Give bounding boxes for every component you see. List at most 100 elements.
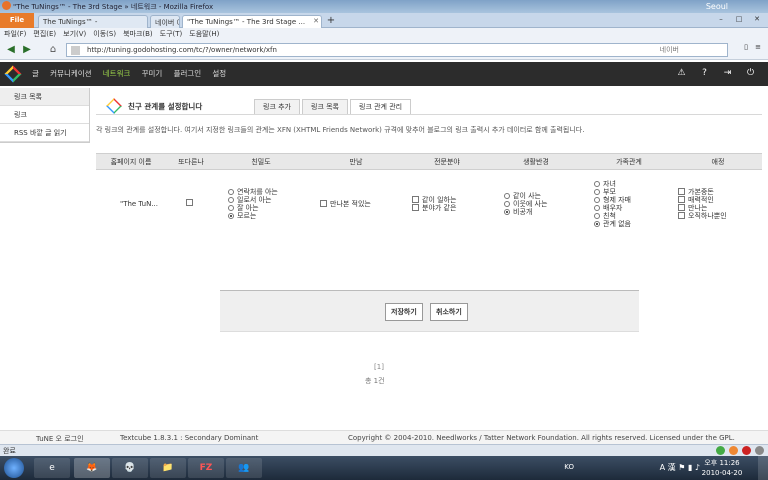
radio-button[interactable] [228, 188, 234, 195]
checkbox[interactable] [678, 212, 685, 220]
forward-arrow-icon[interactable]: ▶ [20, 43, 34, 57]
ime-indicator[interactable]: KO [564, 463, 574, 471]
search-engine-label[interactable]: 네이버 [660, 44, 679, 56]
intimacy-option[interactable]: 모르는 [228, 212, 306, 220]
radio-button[interactable] [228, 196, 234, 203]
address-bar[interactable]: http://tuning.godohosting.com/tc/?/owner… [66, 43, 728, 57]
app-menu-posts[interactable]: 글 [32, 62, 39, 86]
folder-taskbar-icon[interactable]: 📁 [150, 458, 186, 478]
radio-button[interactable] [594, 188, 600, 195]
browser-tab[interactable]: 네이버 이미지 ... [150, 15, 180, 28]
checkbox[interactable] [678, 188, 685, 196]
geographical-option[interactable]: 이웃에 사는 [504, 200, 584, 208]
meeting-option[interactable]: 만나본 적있는 [320, 200, 406, 208]
menu-file[interactable]: 파일(F) [4, 28, 26, 40]
clock[interactable]: 오후 11:26 2010-04-20 [700, 458, 744, 478]
help-icon[interactable]: ? [693, 68, 716, 78]
intimacy-option[interactable]: 연락처를 아는 [228, 188, 306, 196]
radio-button-selected[interactable] [228, 212, 234, 219]
warning-icon[interactable]: ⚠ [670, 68, 693, 78]
minimize-button[interactable]: – [712, 13, 730, 25]
family-option[interactable]: 형제 자매 [594, 196, 674, 204]
show-desktop-button[interactable] [758, 456, 768, 480]
intimacy-option[interactable]: 잘 아는 [228, 204, 306, 212]
back-arrow-icon[interactable]: ◀ [4, 43, 18, 57]
checkbox[interactable] [320, 200, 327, 208]
checkbox[interactable] [412, 196, 419, 204]
close-window-button[interactable]: ✕ [748, 13, 766, 25]
radio-button[interactable] [594, 196, 600, 203]
family-option[interactable]: 관계 없음 [594, 220, 674, 228]
logout-icon[interactable]: ⇥ [716, 68, 739, 78]
textcube-logo-icon[interactable] [4, 65, 22, 83]
browser-tab-active[interactable]: "The TuNings™ - The 3rd Stage ... ✕ [182, 15, 322, 28]
menu-edit[interactable]: 편집(E) [33, 28, 56, 40]
romantic-option[interactable]: 매력적인 [678, 196, 762, 204]
app-menu-settings[interactable]: 설정 [212, 62, 226, 86]
radio-button-selected[interactable] [504, 208, 510, 215]
tab-link-relations[interactable]: 링크 관계 관리 [350, 99, 412, 114]
homepage-name[interactable]: "The TuN... [96, 170, 166, 238]
geographical-option[interactable]: 비공개 [504, 208, 584, 216]
close-tab-icon[interactable]: ✕ [313, 17, 319, 25]
family-option[interactable]: 친척 [594, 212, 674, 220]
maximize-button[interactable]: □ [730, 13, 748, 25]
power-icon[interactable]: ⏻ [739, 68, 762, 78]
checkbox[interactable] [678, 196, 685, 204]
home-icon[interactable]: ⌂ [46, 43, 60, 57]
start-button-icon[interactable] [4, 458, 24, 478]
radio-button[interactable] [228, 204, 234, 211]
network-icon[interactable]: ▮ [688, 463, 692, 472]
menu-go[interactable]: 이동(S) [93, 28, 116, 40]
tab-link-list[interactable]: 링크 목록 [302, 99, 348, 114]
radio-button[interactable] [594, 212, 600, 219]
radio-button[interactable] [594, 180, 600, 187]
geographical-option[interactable]: 같이 사는 [504, 192, 584, 200]
skull-app-taskbar-icon[interactable]: 💀 [112, 458, 148, 478]
sidebar-item-link-list[interactable]: 링크 목록 [0, 88, 89, 106]
firefox-taskbar-icon[interactable]: 🦊 [74, 458, 110, 478]
checkbox[interactable] [678, 204, 685, 212]
addon-icon[interactable] [755, 446, 764, 455]
checkbox[interactable] [412, 204, 419, 212]
menu-icon[interactable]: ≡ [752, 43, 764, 57]
menu-bookmarks[interactable]: 북마크(B) [123, 28, 153, 40]
menu-tools[interactable]: 도구(T) [160, 28, 183, 40]
intimacy-option[interactable]: 일로서 아는 [228, 196, 306, 204]
menu-view[interactable]: 보기(V) [63, 28, 86, 40]
ime-mode-icon[interactable]: A 漢 [660, 463, 676, 472]
pagination[interactable]: [1] [369, 363, 389, 371]
messenger-taskbar-icon[interactable]: 👥 [226, 458, 262, 478]
browser-tab[interactable]: The TuNings™ - [38, 15, 148, 28]
new-tab-button[interactable]: + [324, 15, 338, 27]
flag-icon[interactable]: ⚑ [678, 463, 685, 472]
app-menu-plugins[interactable]: 플러그인 [174, 62, 202, 86]
menu-help[interactable]: 도움말(H) [189, 28, 219, 40]
me-checkbox[interactable] [186, 199, 193, 207]
radio-button[interactable] [594, 204, 600, 211]
addon-icon[interactable] [729, 446, 738, 455]
app-menu-network[interactable]: 네트워크 [103, 62, 131, 86]
footer-login[interactable]: TuNE 오 로그인 [36, 434, 84, 444]
filezilla-taskbar-icon[interactable]: FZ [188, 458, 224, 478]
sidebar-item-rss[interactable]: RSS 바깥 글 읽기 [0, 124, 89, 142]
family-option[interactable]: 배우자 [594, 204, 674, 212]
radio-button-selected[interactable] [594, 220, 600, 227]
radio-button[interactable] [504, 192, 510, 199]
family-option[interactable]: 부모 [594, 188, 674, 196]
tab-add-link[interactable]: 링크 추가 [254, 99, 300, 114]
professional-option[interactable]: 분야가 같은 [412, 204, 488, 212]
cancel-button[interactable]: 취소하기 [430, 303, 468, 321]
family-option[interactable]: 자녀 [594, 180, 674, 188]
app-menu-skin[interactable]: 꾸미기 [142, 62, 163, 86]
romantic-option[interactable]: 오직하나뿐인 [678, 212, 762, 220]
addon-icon[interactable] [716, 446, 725, 455]
romantic-option[interactable]: 만나는 [678, 204, 762, 212]
file-button[interactable]: File [0, 13, 34, 28]
radio-button[interactable] [504, 200, 510, 207]
ie-taskbar-icon[interactable]: e [34, 458, 70, 478]
app-menu-communication[interactable]: 커뮤니케이션 [50, 62, 91, 86]
phone-icon[interactable]: ▯ [740, 43, 752, 57]
sidebar-item-link[interactable]: 링크 [0, 106, 89, 124]
romantic-option[interactable]: 가본중돈 [678, 188, 762, 196]
